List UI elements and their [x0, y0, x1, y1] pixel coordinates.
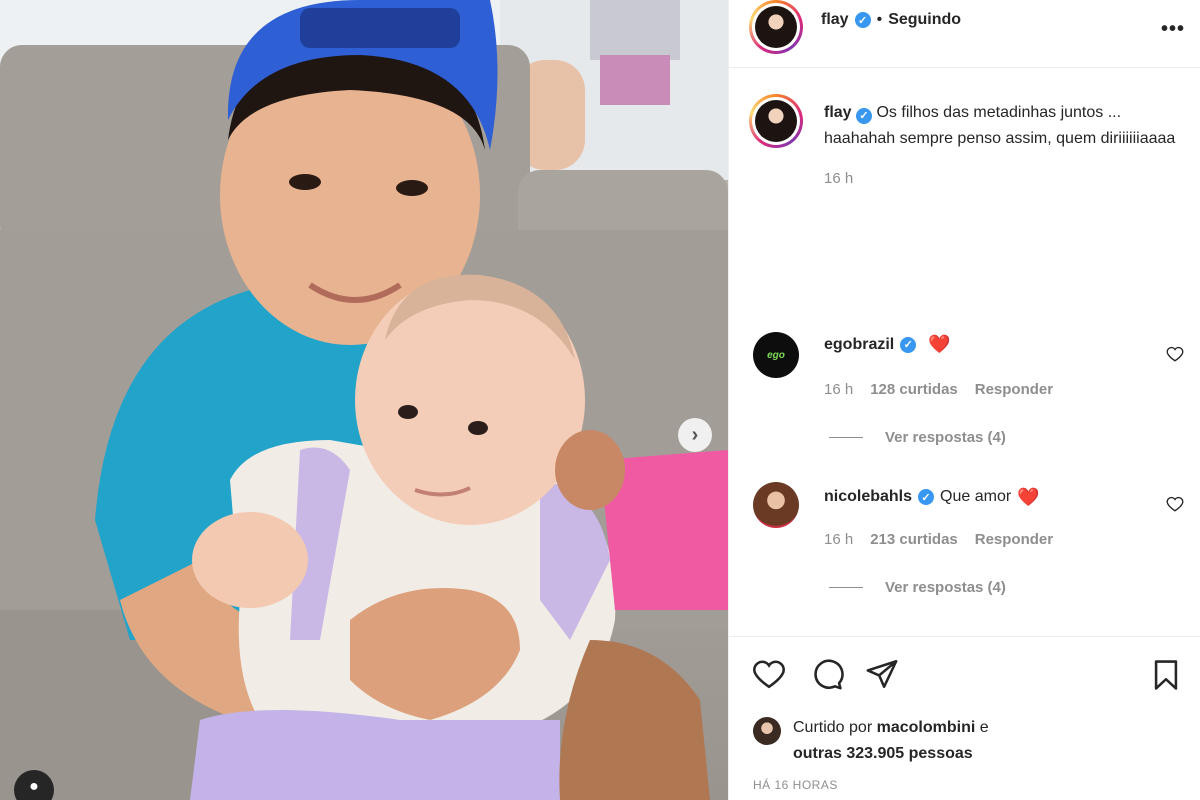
divider-line: [829, 437, 863, 438]
liker-username[interactable]: macolombini: [877, 719, 976, 736]
view-replies-label: Ver respostas (4): [885, 579, 1006, 596]
author-username[interactable]: flay: [821, 11, 849, 29]
comment-time[interactable]: 16 h: [824, 381, 853, 398]
commenter-avatar[interactable]: [753, 482, 799, 528]
follow-status-button[interactable]: Seguindo: [888, 11, 961, 29]
liker-avatar[interactable]: [753, 717, 781, 745]
likes-suffix: e: [979, 719, 989, 736]
likes-others[interactable]: outras 323.905 pessoas: [793, 745, 973, 762]
heart-icon[interactable]: [1166, 345, 1184, 363]
verified-badge-icon: ✓: [854, 12, 871, 28]
divider-line: [829, 587, 863, 588]
reply-button[interactable]: Responder: [975, 381, 1053, 398]
commenter-username[interactable]: nicolebahls: [824, 488, 912, 506]
avatar-image: [755, 100, 797, 142]
caption-time[interactable]: 16 h: [824, 170, 1184, 187]
caption-username[interactable]: flay: [824, 104, 852, 121]
likes-summary: Curtido por macolombini e outras 323.905…: [793, 715, 989, 767]
view-replies-button[interactable]: Ver respostas (4): [829, 579, 1006, 596]
photo-illustration: [0, 0, 728, 800]
post-header: flay ✓ • Seguindo •••: [729, 0, 1200, 68]
more-options-icon[interactable]: •••: [1161, 18, 1185, 41]
separator-dot: •: [876, 11, 883, 28]
next-photo-button[interactable]: ›: [678, 418, 712, 452]
chevron-right-icon: ›: [691, 423, 699, 446]
view-replies-button[interactable]: Ver respostas (4): [829, 429, 1006, 446]
posted-time[interactable]: HÁ 16 HORAS: [753, 778, 838, 792]
commenter-avatar[interactable]: ego: [753, 332, 799, 378]
bookmark-icon[interactable]: [1149, 657, 1183, 693]
paper-plane-icon[interactable]: [865, 657, 899, 691]
verified-badge-icon: ✓: [900, 336, 917, 353]
comment-icon[interactable]: [809, 657, 845, 691]
reply-button[interactable]: Responder: [975, 531, 1053, 548]
post-caption: flay ✓ Os filhos das metadinhas juntos .…: [824, 100, 1184, 187]
comment-emoji: ❤️: [1017, 486, 1040, 507]
caption-text: Os filhos das metadinhas juntos ... haah…: [824, 104, 1176, 147]
comment-emoji: ❤️: [928, 334, 951, 354]
caption-avatar[interactable]: [749, 94, 803, 148]
verified-badge-icon: ✓: [918, 489, 935, 505]
comment-likes[interactable]: 128 curtidas: [870, 381, 958, 398]
author-avatar[interactable]: [749, 0, 803, 54]
comment-text: Que amor: [940, 488, 1012, 505]
user-tag-icon: ●: [29, 778, 39, 795]
verified-badge-icon: ✓: [856, 108, 873, 124]
post-sidebar: flay ✓ • Seguindo ••• flay ✓ Os filhos d…: [728, 0, 1200, 800]
comment-time[interactable]: 16 h: [824, 531, 853, 548]
commenter-username[interactable]: egobrazil: [824, 336, 894, 354]
likes-prefix: Curtido por: [793, 719, 873, 736]
heart-icon[interactable]: [751, 657, 787, 691]
ego-logo: ego: [767, 349, 785, 361]
comment-likes[interactable]: 213 curtidas: [870, 531, 958, 548]
view-replies-label: Ver respostas (4): [885, 429, 1006, 446]
post-actions: Curtido por macolombini e outras 323.905…: [729, 636, 1200, 800]
avatar-image: [755, 6, 797, 48]
heart-icon[interactable]: [1166, 495, 1184, 513]
post-photo[interactable]: › ●: [0, 0, 728, 800]
